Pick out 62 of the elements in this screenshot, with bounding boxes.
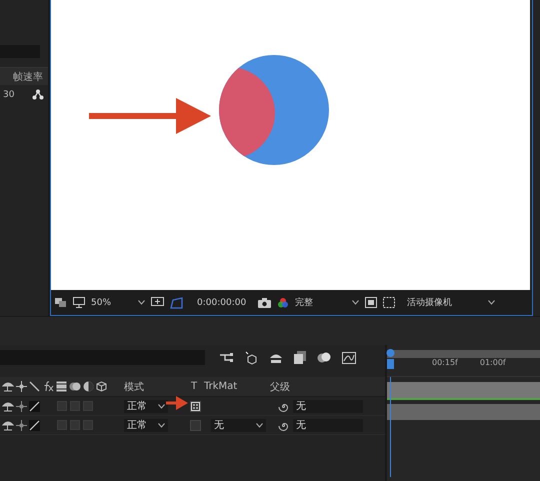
mode-dropdown[interactable]: 正常	[124, 400, 168, 412]
timecode-text[interactable]: 0:00:00:00	[197, 298, 246, 308]
graph-editor-icon[interactable]	[342, 351, 356, 364]
quality-icon[interactable]	[29, 420, 40, 430]
arrow	[166, 396, 188, 410]
shy-icon[interactable]	[2, 420, 14, 430]
parent-dropdown[interactable]: 无	[293, 418, 363, 432]
quality-icon[interactable]	[29, 400, 40, 412]
caret-icon	[138, 300, 145, 305]
flowchart-icon[interactable]	[219, 352, 233, 363]
sun-icon[interactable]	[16, 420, 27, 430]
column-header[interactable]: 模式	[124, 380, 191, 394]
sun-icon	[16, 381, 27, 392]
camera-icon[interactable]	[258, 298, 272, 308]
shy-icon	[2, 381, 14, 392]
cube-icon[interactable]	[244, 350, 258, 364]
caret-icon	[352, 300, 360, 305]
parent-dropdown[interactable]: 无	[293, 400, 363, 412]
transparency-grid-icon[interactable]	[383, 297, 396, 308]
region-icon[interactable]	[365, 297, 378, 308]
switch-box[interactable]	[57, 401, 67, 411]
caret-icon	[158, 422, 165, 428]
grid-icon[interactable]	[151, 296, 164, 308]
layers-icon[interactable]	[55, 298, 67, 308]
shy-icon[interactable]	[2, 400, 14, 412]
color-wheel-icon[interactable]	[277, 296, 290, 308]
playhead[interactable]	[386, 349, 395, 369]
camera-dropdown[interactable]: 活动摄像机	[407, 296, 496, 309]
caret-icon	[158, 404, 165, 408]
column-header[interactable]: T	[191, 381, 204, 392]
motion-blur-icon[interactable]	[317, 351, 331, 364]
ruler-label: 01:00f	[480, 358, 506, 367]
frames-icon[interactable]	[294, 351, 306, 364]
checkbox[interactable]	[190, 420, 201, 430]
adjustment-icon	[83, 381, 94, 392]
fx-icon	[42, 381, 54, 392]
frame-rate-text: 30	[3, 90, 14, 100]
switch-box[interactable]	[57, 420, 67, 430]
zoom-dropdown[interactable]: 50%	[91, 298, 145, 308]
sun-icon[interactable]	[16, 400, 27, 412]
monitor-icon[interactable]	[73, 297, 85, 308]
resolution-dropdown[interactable]: 完整	[295, 296, 360, 309]
shy-icon[interactable]	[269, 352, 283, 364]
mode-dropdown[interactable]: 正常	[124, 418, 168, 432]
motion-blur-icon	[69, 381, 81, 392]
caret-icon	[256, 422, 263, 428]
switch-box[interactable]	[70, 420, 80, 430]
trkmat-dropdown[interactable]: 无	[211, 418, 266, 432]
slash-icon	[29, 381, 40, 392]
caret-icon	[488, 300, 496, 305]
switch-box[interactable]	[70, 401, 80, 411]
column-header[interactable]: 父级	[268, 380, 290, 394]
column-header[interactable]: TrkMat	[204, 381, 268, 392]
ruler-label: 00:15f	[432, 358, 458, 367]
cube-icon	[96, 381, 107, 392]
switch-box[interactable]	[83, 401, 93, 411]
flowchart-icon[interactable]	[32, 89, 44, 100]
film-icon	[56, 381, 67, 392]
checkbox[interactable]	[190, 400, 201, 412]
mask-icon[interactable]	[170, 296, 183, 308]
switch-box[interactable]	[83, 420, 93, 430]
column-header[interactable]: 帧速率	[0, 67, 48, 85]
